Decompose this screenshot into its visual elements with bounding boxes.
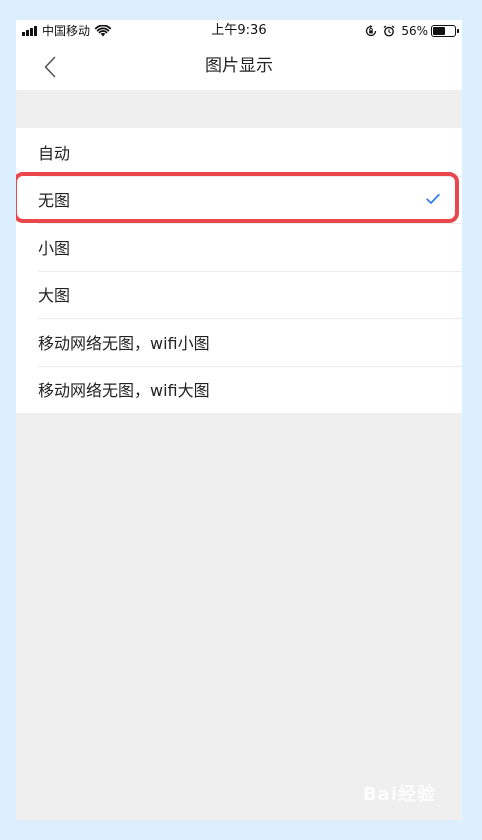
option-label: 移动网络无图，wifi大图 xyxy=(38,381,210,401)
option-label: 无图 xyxy=(38,191,71,211)
option-label: 自动 xyxy=(38,143,71,163)
navigation-bar: 图片显示 xyxy=(16,42,462,90)
page-title: 图片显示 xyxy=(205,56,273,76)
phone-screen: 中国移动 上午9:36 56% 图片显示 自动 无图 小图 大图 移动网络无图，… xyxy=(16,20,462,820)
status-right: 56% xyxy=(359,24,459,38)
option-label: 大图 xyxy=(38,286,71,306)
option-label: 小图 xyxy=(38,238,71,258)
option-mobile-none-wifi-large[interactable]: 移动网络无图，wifi大图 xyxy=(16,365,462,414)
option-small-image[interactable]: 小图 xyxy=(16,223,462,271)
baidu-watermark: Bai经验 xyxy=(362,784,436,805)
battery-fill xyxy=(433,27,445,35)
image-display-options-list: 自动 无图 小图 大图 移动网络无图，wifi小图 移动网络无图，wifi大图 xyxy=(16,128,462,413)
rotation-lock-icon xyxy=(366,25,377,37)
status-bar: 中国移动 上午9:36 56% xyxy=(16,20,462,42)
battery-icon xyxy=(431,25,459,37)
option-mobile-none-wifi-small[interactable]: 移动网络无图，wifi小图 xyxy=(16,318,462,366)
option-auto[interactable]: 自动 xyxy=(16,128,462,176)
checkmark-icon xyxy=(426,193,440,204)
battery-cap xyxy=(457,29,459,33)
option-large-image[interactable]: 大图 xyxy=(16,270,462,319)
alarm-icon xyxy=(383,25,395,37)
option-no-image[interactable]: 无图 xyxy=(16,175,462,224)
battery-percent: 56% xyxy=(401,24,428,38)
option-label: 移动网络无图，wifi小图 xyxy=(38,333,210,353)
